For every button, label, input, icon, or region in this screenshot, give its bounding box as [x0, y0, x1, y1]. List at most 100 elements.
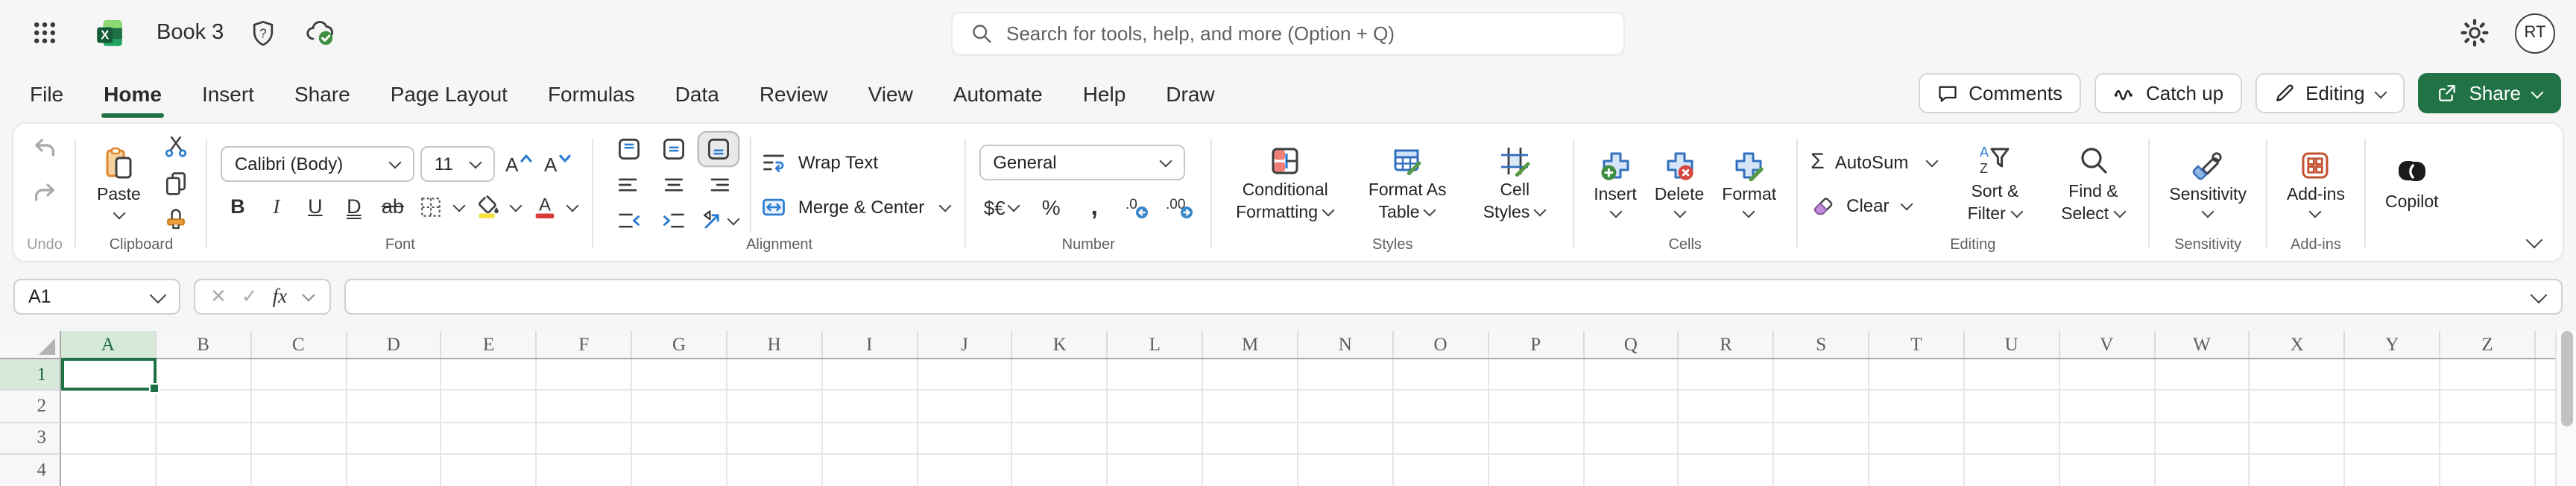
cell-t3[interactable]: [1869, 423, 1965, 455]
tab-insert[interactable]: Insert: [202, 66, 254, 121]
settings-gear-icon[interactable]: [2455, 13, 2494, 52]
cell-y2[interactable]: [2345, 391, 2441, 423]
cell-c2[interactable]: [251, 391, 347, 423]
column-header-v[interactable]: V: [2059, 331, 2156, 358]
increase-indent-button[interactable]: [655, 204, 694, 237]
cell-b1[interactable]: [156, 359, 252, 391]
cell-h1[interactable]: [727, 359, 823, 391]
cell-y3[interactable]: [2345, 423, 2441, 455]
cut-button[interactable]: [160, 131, 193, 161]
percent-format-button[interactable]: %: [1035, 192, 1067, 222]
cell-w1[interactable]: [2155, 359, 2250, 391]
font-name-select[interactable]: Calibri (Body): [221, 145, 415, 181]
vertical-scrollbar[interactable]: [2555, 331, 2576, 486]
underline-button[interactable]: U: [299, 192, 332, 221]
column-header-t[interactable]: T: [1869, 331, 1965, 358]
insert-cells-button[interactable]: Insert: [1588, 145, 1643, 221]
column-header-z[interactable]: Z: [2440, 331, 2536, 358]
tab-view[interactable]: View: [868, 66, 913, 121]
cell-t1[interactable]: [1869, 359, 1965, 391]
cell-t4[interactable]: [1869, 455, 1965, 486]
cell-l2[interactable]: [1108, 391, 1204, 423]
tab-formulas[interactable]: Formulas: [548, 66, 635, 121]
cell-k2[interactable]: [1012, 391, 1108, 423]
clear-button[interactable]: Clear: [1811, 192, 1913, 218]
format-as-table-button[interactable]: Format As Table: [1354, 141, 1461, 226]
cell-t2[interactable]: [1869, 391, 1965, 423]
tab-automate[interactable]: Automate: [953, 66, 1043, 121]
tab-page-layout[interactable]: Page Layout: [391, 66, 508, 121]
align-top-button[interactable]: [610, 133, 649, 165]
cell-z3[interactable]: [2440, 423, 2536, 455]
cell-c1[interactable]: [251, 359, 347, 391]
find-select-button[interactable]: Find & Select: [2051, 139, 2135, 227]
decrease-decimal-button[interactable]: .0: [1121, 192, 1154, 222]
account-avatar[interactable]: RT: [2515, 13, 2555, 53]
cell-m2[interactable]: [1203, 391, 1298, 423]
cell-b3[interactable]: [156, 423, 252, 455]
insert-function-button[interactable]: fx: [273, 285, 288, 309]
cell-g4[interactable]: [632, 455, 727, 486]
sensitivity-button[interactable]: Sensitivity: [2163, 145, 2253, 221]
cell-o1[interactable]: [1393, 359, 1489, 391]
cell-o4[interactable]: [1393, 455, 1489, 486]
cell-r4[interactable]: [1679, 455, 1775, 486]
name-box[interactable]: A1: [13, 279, 180, 315]
cell-u2[interactable]: [1964, 391, 2060, 423]
column-header-u[interactable]: U: [1965, 331, 2060, 358]
tab-share[interactable]: Share: [294, 66, 350, 121]
cell-s3[interactable]: [1774, 423, 1870, 455]
cell-a3[interactable]: [61, 423, 157, 455]
autosum-button[interactable]: Σ AutoSum: [1811, 149, 1939, 174]
increase-font-size-button[interactable]: A: [502, 148, 534, 178]
cell-l3[interactable]: [1108, 423, 1204, 455]
cell-p1[interactable]: [1489, 359, 1584, 391]
cell-o2[interactable]: [1393, 391, 1489, 423]
cell-x3[interactable]: [2250, 423, 2346, 455]
cell-p2[interactable]: [1489, 391, 1584, 423]
cell-d1[interactable]: [347, 359, 442, 391]
align-left-button[interactable]: [610, 168, 649, 201]
comma-format-button[interactable]: ,: [1078, 192, 1111, 222]
column-header-w[interactable]: W: [2155, 331, 2250, 358]
cell-y1[interactable]: [2345, 359, 2441, 391]
number-format-select[interactable]: General: [979, 145, 1186, 180]
cell-q2[interactable]: [1584, 391, 1679, 423]
column-header-h[interactable]: H: [727, 331, 823, 358]
column-header-a[interactable]: A: [61, 331, 157, 358]
cell-g3[interactable]: [632, 423, 727, 455]
delete-cells-button[interactable]: Delete: [1649, 145, 1711, 221]
column-header-c[interactable]: C: [251, 331, 347, 358]
column-header-b[interactable]: B: [157, 331, 252, 358]
row-header-1[interactable]: 1: [0, 359, 61, 391]
cell-a4[interactable]: [61, 455, 157, 486]
cell-d3[interactable]: [347, 423, 442, 455]
merge-center-button[interactable]: Merge & Center: [761, 194, 952, 221]
cell-v3[interactable]: [2059, 423, 2156, 455]
cell-a2[interactable]: [61, 391, 157, 423]
column-header-d[interactable]: D: [347, 331, 442, 358]
cell-s2[interactable]: [1774, 391, 1870, 423]
cell-f3[interactable]: [537, 423, 633, 455]
cell-v1[interactable]: [2059, 359, 2156, 391]
cell-q1[interactable]: [1584, 359, 1679, 391]
font-color-button[interactable]: A: [528, 192, 561, 221]
document-title[interactable]: Book 3: [157, 21, 224, 45]
cell-r2[interactable]: [1679, 391, 1775, 423]
tab-review[interactable]: Review: [760, 66, 828, 121]
cell-i2[interactable]: [822, 391, 918, 423]
wrap-text-button[interactable]: Wrap Text: [761, 149, 951, 176]
column-header-g[interactable]: G: [632, 331, 727, 358]
column-header-r[interactable]: R: [1679, 331, 1775, 358]
currency-format-button[interactable]: $€: [979, 192, 1024, 222]
column-header-q[interactable]: Q: [1584, 331, 1679, 358]
cell-styles-button[interactable]: Cell Styles: [1470, 141, 1559, 226]
cell-n1[interactable]: [1298, 359, 1394, 391]
cell-f4[interactable]: [537, 455, 633, 486]
confirm-entry-button[interactable]: ✓: [242, 285, 258, 309]
tab-home[interactable]: Home: [101, 66, 165, 121]
catch-up-button[interactable]: Catch up: [2094, 73, 2242, 113]
cell-z4[interactable]: [2440, 455, 2536, 486]
cell-r3[interactable]: [1679, 423, 1775, 455]
cell-w2[interactable]: [2155, 391, 2250, 423]
